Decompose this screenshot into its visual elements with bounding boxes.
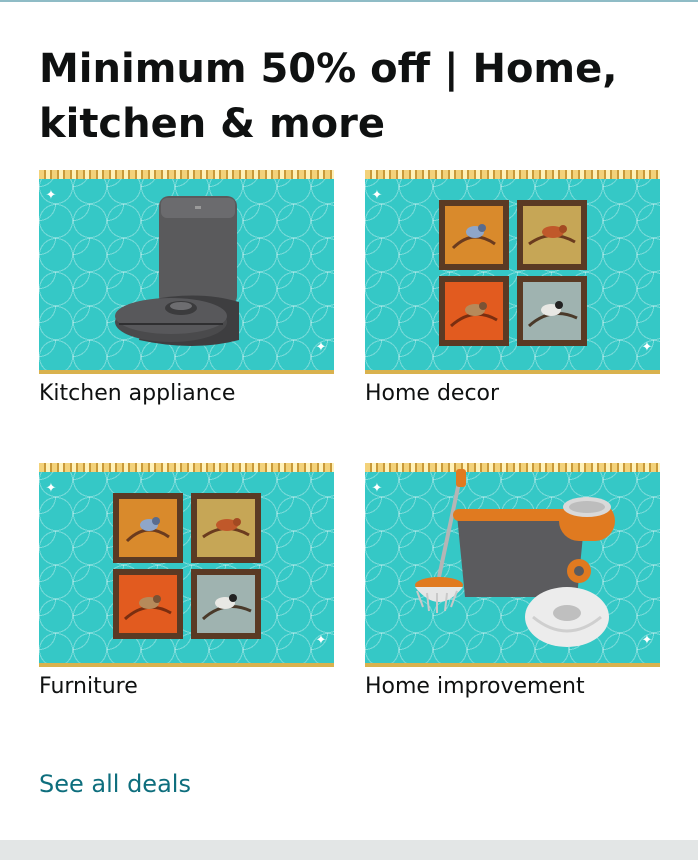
bird-paintings-icon: [439, 200, 587, 346]
home-improvement-image[interactable]: ✦ ✦: [365, 463, 660, 667]
tile-kitchen-appliance[interactable]: ✦ ✦ Kitchen appliance: [39, 170, 334, 406]
home-decor-image[interactable]: ✦ ✦: [365, 170, 660, 374]
tile-furniture[interactable]: ✦ ✦ Furniture: [39, 463, 334, 699]
see-all-deals-link[interactable]: See all deals: [39, 768, 191, 800]
sparkle-icon: ✦: [371, 188, 383, 203]
tile-label: Home decor: [365, 381, 500, 406]
sparkle-icon: ✦: [315, 633, 327, 648]
sparkle-icon: ✦: [315, 340, 327, 355]
tile-label: Furniture: [39, 674, 138, 699]
bottom-separator: [0, 840, 698, 860]
furniture-image[interactable]: ✦ ✦: [39, 463, 334, 667]
sparkle-icon: ✦: [45, 188, 57, 203]
tile-label: Home improvement: [365, 674, 585, 699]
sparkle-icon: ✦: [45, 481, 57, 496]
sparkle-icon: ✦: [641, 633, 653, 648]
deal-grid: ✦ ✦ Kitchen appliance ✦ ✦ Home decor ✦ ✦…: [39, 170, 660, 710]
card-title: Minimum 50% off | Home, kitchen & more: [39, 46, 618, 147]
tile-home-decor[interactable]: ✦ ✦ Home decor: [365, 170, 660, 406]
bird-paintings-icon: [113, 493, 261, 639]
sparkle-icon: ✦: [371, 481, 383, 496]
tile-home-improvement[interactable]: ✦ ✦ Home improvement: [365, 463, 660, 699]
robot-vacuum-icon: [115, 196, 239, 346]
sparkle-icon: ✦: [641, 340, 653, 355]
kitchen-appliance-image[interactable]: ✦ ✦: [39, 170, 334, 374]
top-divider: [0, 0, 698, 2]
spin-mop-bucket-icon: [415, 469, 615, 647]
tile-label: Kitchen appliance: [39, 381, 236, 406]
